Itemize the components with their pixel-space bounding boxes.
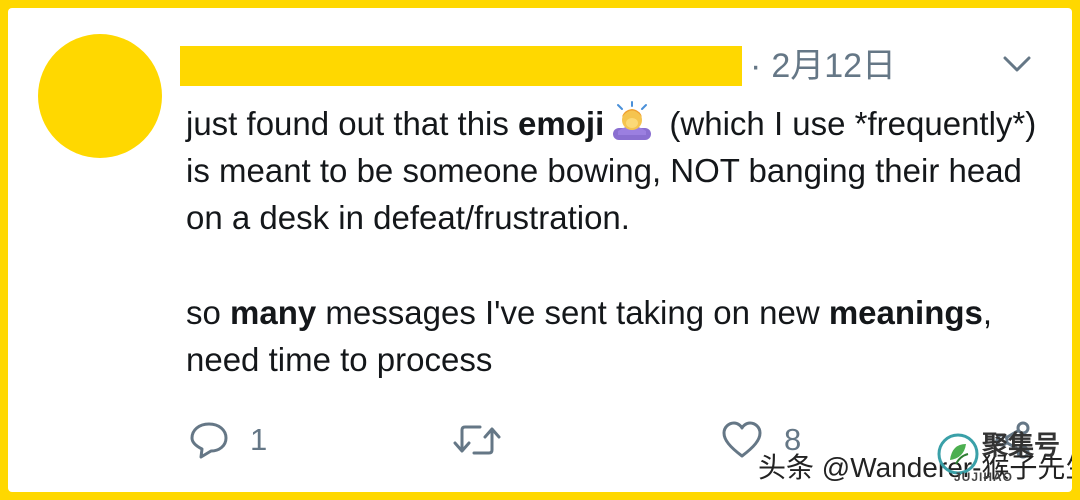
tweet-paragraph-2: so many messages I've sent taking on new… bbox=[186, 289, 1046, 383]
watermark-brand: 聚集号 bbox=[982, 430, 1061, 460]
person-bowing-emoji bbox=[610, 101, 654, 143]
meta-separator: · bbox=[750, 47, 762, 85]
text-bold: meanings bbox=[828, 294, 983, 331]
avatar[interactable] bbox=[38, 34, 162, 158]
text-span: so bbox=[186, 294, 231, 331]
tweet-card[interactable]: · 2月12日 just found out that this emoji (w… bbox=[8, 8, 1072, 492]
text-bold: emoji bbox=[518, 105, 605, 142]
tweet-text: just found out that this emoji (which I … bbox=[186, 100, 1046, 383]
tweet-meta: · 2月12日 bbox=[750, 44, 896, 88]
text-span: messages I've sent taking on new bbox=[316, 294, 829, 331]
reply-button[interactable]: 1 bbox=[188, 418, 267, 462]
username-redaction bbox=[180, 46, 742, 86]
text-span: just found out that this bbox=[186, 105, 519, 142]
reply-count: 1 bbox=[250, 422, 268, 457]
chevron-down-icon[interactable] bbox=[1000, 52, 1034, 76]
retweet-button[interactable] bbox=[452, 418, 522, 462]
text-bold: many bbox=[230, 294, 317, 331]
watermark-brand-en: JUJIHAO bbox=[954, 470, 1014, 484]
watermark-logo: 聚集号 JUJIHAO bbox=[936, 428, 1066, 488]
tweet-paragraph-1: just found out that this emoji (which I … bbox=[186, 100, 1046, 241]
retweet-icon bbox=[452, 420, 502, 460]
tweet-date[interactable]: 2月12日 bbox=[771, 47, 896, 85]
reply-icon bbox=[188, 420, 230, 460]
